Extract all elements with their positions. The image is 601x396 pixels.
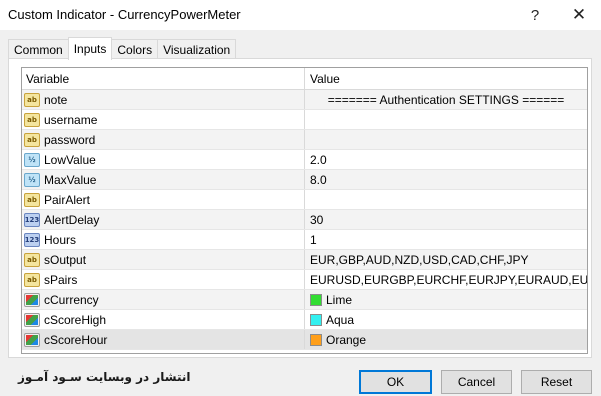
string-type-icon: ab	[24, 112, 40, 127]
double-type-icon: ½	[24, 152, 40, 167]
variable-name: sOutput	[44, 252, 87, 267]
variable-name: sPairs	[44, 272, 78, 287]
input-row-username[interactable]: ab username	[22, 110, 587, 130]
input-row-cscorehour[interactable]: cScoreHour Orange	[22, 330, 587, 350]
input-row-password[interactable]: ab password	[22, 130, 587, 150]
tab-common[interactable]: Common	[8, 39, 69, 59]
color-swatch-aqua	[310, 313, 322, 326]
value-cell[interactable]	[305, 130, 587, 149]
variable-name: cCurrency	[44, 292, 99, 307]
input-row-ccurrency[interactable]: cCurrency Lime	[22, 290, 587, 310]
integer-type-icon: 123	[24, 212, 40, 227]
value-cell[interactable]	[305, 110, 587, 129]
value-cell[interactable]	[305, 190, 587, 209]
integer-type-icon: 123	[24, 232, 40, 247]
variable-name: Hours	[44, 232, 77, 247]
value-cell[interactable]: EUR,GBP,AUD,NZD,USD,CAD,CHF,JPY	[305, 250, 587, 269]
tab-inputs[interactable]: Inputs	[67, 37, 113, 60]
input-row-alertdelay[interactable]: 123 AlertDelay 30	[22, 210, 587, 230]
variable-name: MaxValue	[44, 172, 97, 187]
value-cell[interactable]: 2.0	[305, 150, 587, 169]
tab-visualization[interactable]: Visualization	[157, 39, 237, 59]
value-cell[interactable]: EURUSD,EURGBP,EURCHF,EURJPY,EURAUD,EUR..…	[305, 270, 587, 289]
string-type-icon: ab	[24, 92, 40, 107]
color-value: Lime	[326, 292, 353, 307]
input-row-note[interactable]: ab note ======= Authentication SETTINGS …	[22, 90, 587, 110]
variable-name: note	[44, 92, 68, 107]
string-type-icon: ab	[24, 132, 40, 147]
value-cell[interactable]: ======= Authentication SETTINGS ======	[305, 90, 587, 109]
string-type-icon: ab	[24, 272, 40, 287]
variable-name: username	[44, 112, 98, 127]
string-type-icon: ab	[24, 192, 40, 207]
inputs-grid: Variable Value ab note ======= Authentic…	[21, 67, 588, 354]
tab-colors[interactable]: Colors	[111, 39, 159, 59]
variable-name: AlertDelay	[44, 212, 100, 227]
double-type-icon: ½	[24, 172, 40, 187]
value-cell[interactable]: Orange	[305, 330, 587, 349]
variable-name: password	[44, 132, 96, 147]
input-row-soutput[interactable]: ab sOutput EUR,GBP,AUD,NZD,USD,CAD,CHF,J…	[22, 250, 587, 270]
input-row-hours[interactable]: 123 Hours 1	[22, 230, 587, 250]
value-cell[interactable]: 30	[305, 210, 587, 229]
variable-name: cScoreHigh	[44, 312, 107, 327]
variable-column-header[interactable]: Variable	[22, 68, 305, 89]
value-cell[interactable]: Aqua	[305, 310, 587, 329]
input-row-spairs[interactable]: ab sPairs EURUSD,EURGBP,EURCHF,EURJPY,EU…	[22, 270, 587, 290]
color-value: Orange	[326, 332, 367, 347]
variable-name: cScoreHour	[44, 332, 108, 347]
window-title: Custom Indicator - CurrencyPowerMeter	[8, 7, 241, 22]
input-row-lowvalue[interactable]: ½ LowValue 2.0	[22, 150, 587, 170]
cancel-button[interactable]: Cancel	[441, 370, 512, 394]
variable-name: PairAlert	[44, 192, 91, 207]
input-row-pairalert[interactable]: ab PairAlert	[22, 190, 587, 210]
color-swatch-lime	[310, 293, 322, 306]
value-column-header[interactable]: Value	[305, 68, 587, 89]
grid-header: Variable Value	[22, 68, 587, 90]
close-button[interactable]: ✕	[566, 4, 592, 26]
variable-name: LowValue	[44, 152, 96, 167]
value-cell[interactable]: 8.0	[305, 170, 587, 189]
value-cell[interactable]: 1	[305, 230, 587, 249]
ok-button[interactable]: OK	[359, 370, 432, 394]
input-row-cscorehigh[interactable]: cScoreHigh Aqua	[22, 310, 587, 330]
help-button[interactable]: ?	[522, 4, 548, 26]
color-swatch-orange	[310, 333, 322, 346]
color-type-icon	[24, 312, 40, 327]
value-cell[interactable]: Lime	[305, 290, 587, 309]
inputs-panel: Variable Value ab note ======= Authentic…	[8, 58, 592, 358]
string-type-icon: ab	[24, 252, 40, 267]
color-type-icon	[24, 292, 40, 307]
color-value: Aqua	[326, 312, 355, 327]
custom-indicator-dialog: Custom Indicator - CurrencyPowerMeter ? …	[0, 0, 601, 396]
title-bar: Custom Indicator - CurrencyPowerMeter ? …	[0, 0, 601, 30]
reset-button[interactable]: Reset	[521, 370, 592, 394]
watermark-text: انتشار در وبسایت سـود آمـوز	[18, 370, 191, 384]
input-row-maxvalue[interactable]: ½ MaxValue 8.0	[22, 170, 587, 190]
color-type-icon	[24, 332, 40, 347]
tab-strip: Common Inputs Colors Visualization	[8, 37, 237, 60]
